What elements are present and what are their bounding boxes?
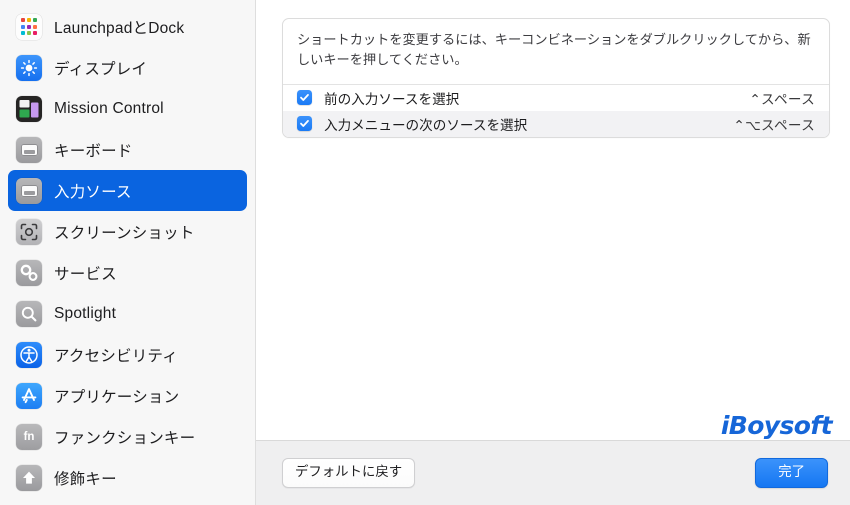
shortcut-title: 入力メニューの次のソースを選択 (324, 117, 528, 133)
sidebar-item-8[interactable]: Spotlight (8, 293, 247, 334)
spotlight-icon (16, 300, 42, 327)
sidebar-item-label: 入力ソース (54, 183, 132, 201)
sidebar-item-1[interactable]: LaunchpadとDock (8, 6, 247, 47)
system-preferences-window: LaunchpadとDock ディスプレイ Mission Control キーボード… (0, 0, 850, 505)
shortcuts-description: ショートカットを変更するには、キーコンビネーションをダブルクリックしてから、新し… (283, 19, 829, 85)
shortcut-checkbox[interactable] (297, 90, 312, 106)
shortcut-title: 前の入力ソースを選択 (324, 91, 460, 107)
launchpad-icon (16, 13, 42, 40)
shortcut-row[interactable]: 前の入力ソースを選択 ⌃スペース (283, 85, 829, 111)
sidebar-item-6[interactable]: スクリーンショット (8, 211, 247, 252)
sidebar-item-2[interactable]: ディスプレイ (8, 47, 247, 88)
restore-defaults-button[interactable]: デフォルトに戻す (282, 458, 416, 488)
shortcut-key-combination[interactable]: ⌃スペース (749, 88, 815, 108)
function-keys-icon: fn (16, 423, 42, 450)
sidebar-item-label: スクリーンショット (54, 224, 195, 242)
keyboard-icon (16, 136, 42, 163)
done-button[interactable]: 完了 (755, 458, 828, 488)
shortcut-row[interactable]: 入力メニューの次のソースを選択 ⌃⌥スペース (283, 110, 829, 137)
sidebar-item-label: サービス (54, 265, 117, 283)
sidebar-item-4[interactable]: キーボード (8, 129, 247, 170)
shortcut-checkbox[interactable] (297, 116, 312, 132)
sidebar-item-label: ファンクションキー (54, 429, 196, 447)
shortcut-key-combination[interactable]: ⌃⌥スペース (733, 114, 815, 134)
sidebar-item-label: Spotlight (54, 304, 117, 322)
sidebar-item-label: アプリケーション (54, 388, 180, 406)
sidebar-item-9[interactable]: アクセシビリティ (8, 334, 247, 375)
mission-control-icon (16, 95, 42, 122)
input-source-icon (16, 177, 42, 204)
sidebar-item-10[interactable]: アプリケーション (8, 375, 247, 416)
sidebar-item-label: ディスプレイ (54, 60, 148, 78)
services-icon (16, 259, 42, 286)
sidebar-item-label: 修飾キー (54, 470, 117, 488)
shortcut-list: 前の入力ソースを選択 ⌃スペース入力メニューの次のソースを選択 ⌃⌥スペース (283, 85, 829, 137)
applications-icon (16, 382, 42, 409)
footer-bar: iBoysoft デフォルトに戻す 完了 (256, 411, 850, 505)
screenshot-icon (16, 218, 42, 245)
iboysoft-watermark: iBoysoft (720, 411, 833, 440)
accessibility-icon (16, 341, 42, 368)
display-icon (16, 54, 42, 81)
sidebar: LaunchpadとDock ディスプレイ Mission Control キーボード… (0, 0, 256, 505)
sidebar-item-label: LaunchpadとDock (54, 19, 185, 37)
sidebar-item-7[interactable]: サービス (8, 252, 247, 293)
sidebar-item-label: アクセシビリティ (54, 347, 178, 365)
shortcuts-panel: ショートカットを変更するには、キーコンビネーションをダブルクリックしてから、新し… (282, 18, 830, 138)
sidebar-item-5[interactable]: 入力ソース (8, 170, 247, 211)
shortcuts-pane: ショートカットを変更するには、キーコンビネーションをダブルクリックしてから、新し… (256, 0, 850, 440)
sidebar-item-3[interactable]: Mission Control (8, 88, 247, 129)
content-area: ショートカットを変更するには、キーコンビネーションをダブルクリックしてから、新し… (256, 0, 850, 505)
sidebar-item-11[interactable]: fn ファンクションキー (8, 416, 247, 457)
sidebar-item-12[interactable]: 修飾キー (8, 457, 247, 498)
sidebar-item-label: キーボード (54, 142, 133, 160)
modifier-keys-icon (16, 464, 42, 491)
sidebar-item-label: Mission Control (54, 99, 164, 117)
